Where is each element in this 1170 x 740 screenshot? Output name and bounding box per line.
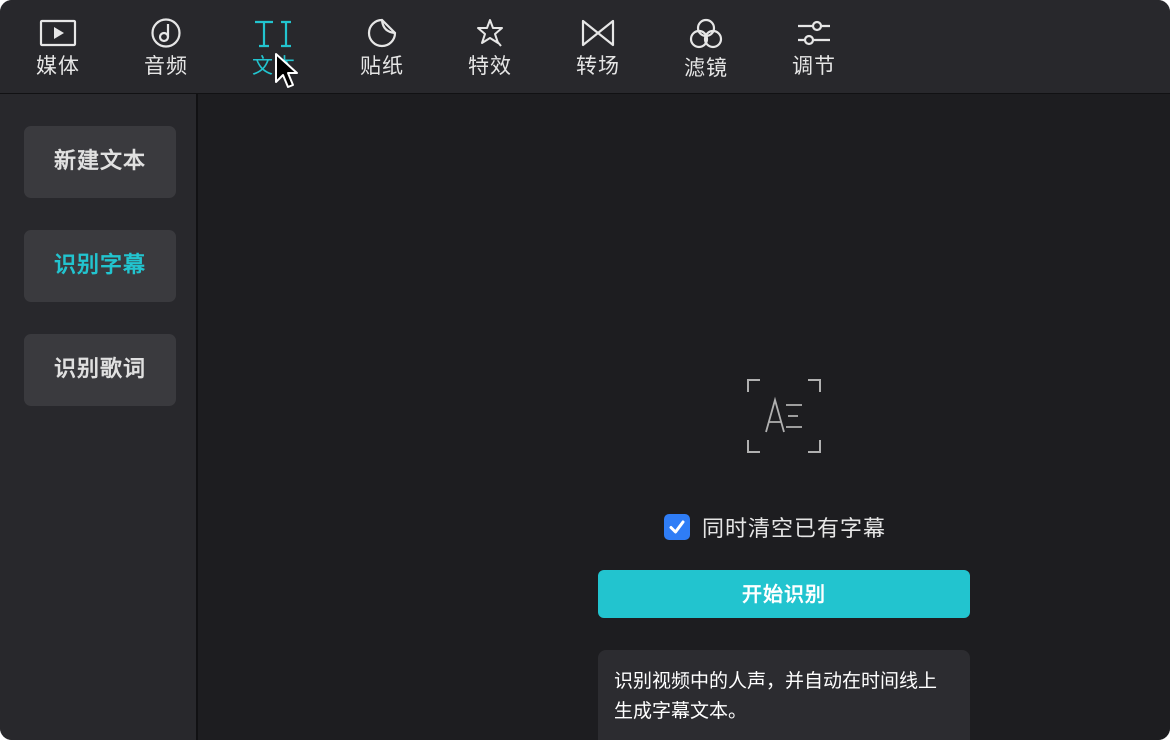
tab-transition-label: 转场 [576,54,620,78]
sticker-icon [367,18,397,48]
tab-media-label: 媒体 [36,54,80,78]
tab-effects-label: 特效 [468,54,512,78]
tab-adjust-label: 调节 [792,54,836,78]
tab-filter-label: 滤镜 [684,56,728,80]
sidebar-item-new-text[interactable]: 新建文本 [24,126,176,198]
tab-sticker-label: 贴纸 [360,54,404,78]
clear-subtitles-option: 同时清空已有字幕 [664,512,886,542]
app-window: 媒体 音频 文本 贴纸 特效 转场 滤镜 调节 新建文本 识别字幕 识别歌词 同… [0,0,1170,740]
tab-sticker[interactable]: 贴纸 [342,12,422,88]
adjust-sliders-icon [798,20,830,46]
filter-clouds-icon [689,18,723,49]
main-panel: 同时清空已有字幕 开始识别 识别视频中的人声，并自动在时间线上生成字幕文本。 [198,94,1170,740]
recognition-tip: 识别视频中的人声，并自动在时间线上生成字幕文本。 [598,650,970,740]
tab-effects[interactable]: 特效 [450,12,530,88]
sidebar-item-recognize-subtitles[interactable]: 识别字幕 [24,230,176,302]
start-recognition-button[interactable]: 开始识别 [598,570,970,618]
clear-subtitles-label: 同时清空已有字幕 [702,517,887,542]
text-ti-icon [255,20,291,48]
auto-caption-recognition-icon [747,379,821,453]
top-toolbar: 媒体 音频 文本 贴纸 特效 转场 滤镜 调节 [0,0,1170,94]
tab-transition[interactable]: 转场 [558,12,638,88]
left-sidebar: 新建文本 识别字幕 识别歌词 [0,94,198,740]
mouse-cursor-icon [275,53,298,88]
transition-bowtie-icon [581,19,615,47]
tab-adjust[interactable]: 调节 [774,12,854,88]
media-play-icon [39,19,77,47]
tab-audio[interactable]: 音频 [126,12,206,88]
effects-star-icon [477,19,503,47]
tab-audio-label: 音频 [144,54,188,78]
tab-media[interactable]: 媒体 [18,12,98,88]
tab-filter[interactable]: 滤镜 [666,12,746,88]
audio-note-icon [151,18,181,48]
clear-existing-subtitles-checkbox[interactable] [664,514,690,540]
checkmark-icon [669,520,685,534]
sidebar-item-recognize-lyrics[interactable]: 识别歌词 [24,334,176,406]
